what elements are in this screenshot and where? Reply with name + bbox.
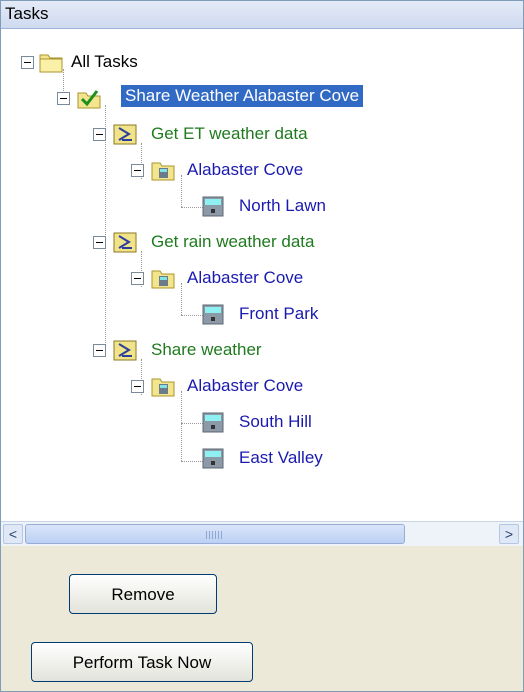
tree-node-task-group[interactable]: Get rain weather data	[1, 229, 421, 259]
grip-icon	[206, 531, 222, 539]
site-label: Alabaster Cove	[187, 160, 304, 179]
tree-node-station[interactable]: East Valley	[1, 445, 421, 475]
collapse-icon[interactable]	[21, 56, 34, 69]
remove-button[interactable]: Remove	[69, 574, 217, 614]
weather-station-icon	[202, 304, 224, 325]
tree-node-station[interactable]: North Lawn	[1, 193, 421, 223]
collapse-icon[interactable]	[131, 164, 144, 177]
panel-title: Tasks	[5, 4, 49, 23]
collapse-icon[interactable]	[131, 272, 144, 285]
task-icon	[113, 232, 137, 253]
weather-station-icon	[202, 196, 224, 217]
station-label: South Hill	[239, 412, 312, 431]
tree-node-station[interactable]: South Hill	[1, 409, 421, 439]
task-label: Get ET weather data	[151, 124, 308, 143]
task-icon	[113, 124, 137, 145]
collapse-icon[interactable]	[131, 380, 144, 393]
tree-node-site[interactable]: Alabaster Cove	[1, 157, 421, 187]
selected-task-label: Share Weather Alabaster Cove	[121, 85, 364, 107]
collapse-icon[interactable]	[93, 236, 106, 249]
collapse-icon[interactable]	[93, 344, 106, 357]
site-folder-icon	[151, 162, 175, 181]
tree-node-site[interactable]: Alabaster Cove	[1, 265, 421, 295]
tree-node-all-tasks[interactable]: All Tasks	[1, 49, 401, 79]
tree-label: All Tasks	[71, 52, 138, 71]
weather-station-icon	[202, 412, 224, 433]
button-area: Remove Perform Task Now	[1, 546, 523, 691]
perform-task-now-button[interactable]: Perform Task Now	[31, 642, 253, 682]
station-label: Front Park	[239, 304, 319, 323]
tree-node-task-group[interactable]: Get ET weather data	[1, 121, 421, 151]
horizontal-scrollbar[interactable]: < >	[1, 521, 523, 546]
collapse-icon[interactable]	[93, 128, 106, 141]
scroll-right-button[interactable]: >	[499, 524, 519, 544]
tasks-panel: Tasks All Tasks Share Weather Alabaster …	[0, 0, 524, 692]
tree-node-selected-task[interactable]: Share Weather Alabaster Cove	[1, 85, 521, 115]
task-label: Share weather	[151, 340, 262, 359]
folder-icon	[39, 54, 63, 73]
tree-node-station[interactable]: Front Park	[1, 301, 421, 331]
task-label: Get rain weather data	[151, 232, 315, 251]
checked-folder-icon	[77, 90, 101, 109]
site-label: Alabaster Cove	[187, 376, 304, 395]
scroll-thumb[interactable]	[25, 524, 405, 544]
weather-station-icon	[202, 448, 224, 469]
tree-node-site[interactable]: Alabaster Cove	[1, 373, 421, 403]
task-icon	[113, 340, 137, 361]
tree-node-task-group[interactable]: Share weather	[1, 337, 421, 367]
site-folder-icon	[151, 378, 175, 397]
site-label: Alabaster Cove	[187, 268, 304, 287]
station-label: East Valley	[239, 448, 323, 467]
task-tree[interactable]: All Tasks Share Weather Alabaster Cove G…	[1, 29, 523, 521]
station-label: North Lawn	[239, 196, 326, 215]
scroll-left-button[interactable]: <	[3, 524, 23, 544]
site-folder-icon	[151, 270, 175, 289]
collapse-icon[interactable]	[57, 92, 70, 105]
panel-header: Tasks	[1, 1, 523, 29]
